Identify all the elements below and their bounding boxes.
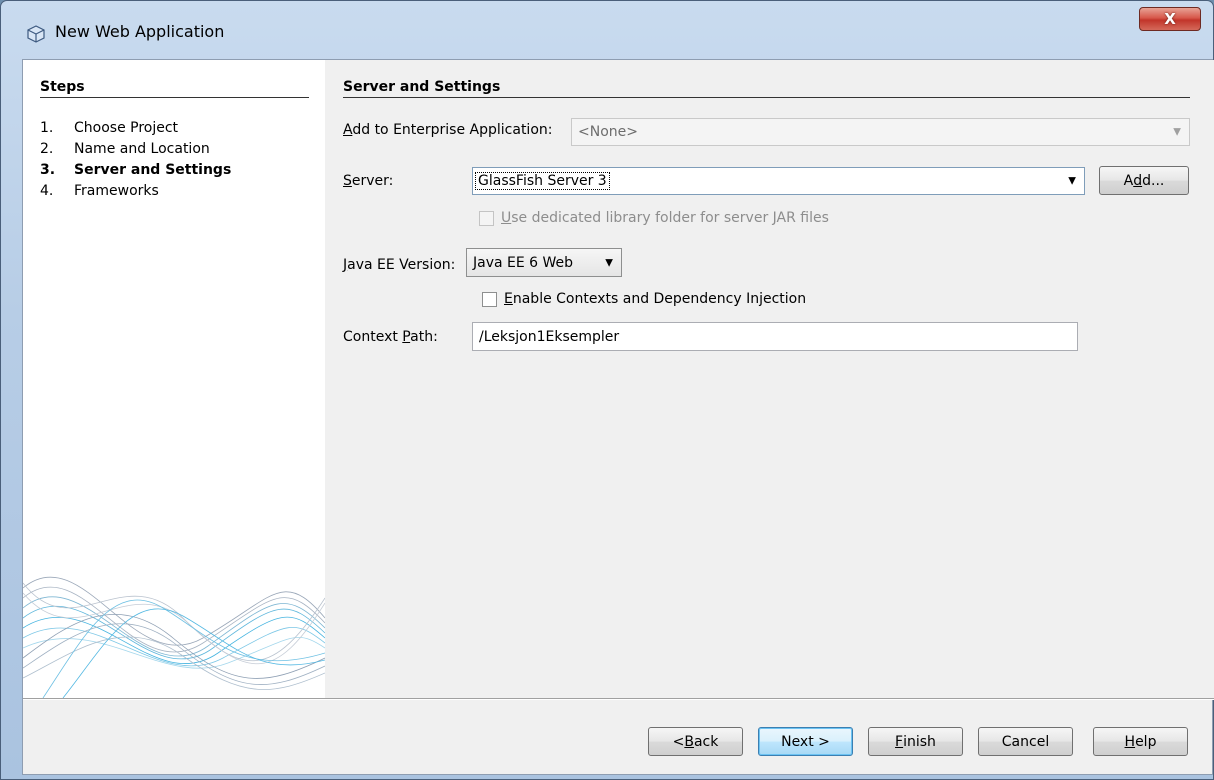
chevron-down-icon: ▼	[605, 257, 613, 268]
javaee-version-label: Java EE Version:	[343, 257, 456, 273]
cancel-button[interactable]: Cancel	[978, 727, 1073, 756]
section-divider	[343, 97, 1190, 98]
settings-panel: Server and Settings Add to Enterprise Ap…	[325, 60, 1214, 698]
steps-title: Steps	[40, 79, 85, 95]
dialog-client-area: Steps 1. Choose Project 2. Name and Locati…	[22, 59, 1214, 775]
context-path-label: Context Path:	[343, 329, 438, 345]
enable-cdi-checkbox[interactable]	[482, 292, 497, 307]
window-title: New Web Application	[55, 22, 225, 41]
wave-decoration-image	[23, 576, 325, 698]
close-button[interactable]: X	[1139, 7, 1201, 31]
step-item-choose-project: 1. Choose Project	[40, 120, 179, 136]
help-button[interactable]: Help	[1093, 727, 1188, 756]
dialog-window: New Web Application X Steps 1. Choose Pro…	[0, 0, 1214, 780]
javaee-version-combo[interactable]: Java EE 6 Web ▼	[466, 248, 622, 277]
context-path-input[interactable]: /Leksjon1Eksempler	[472, 322, 1078, 351]
title-bar[interactable]: New Web Application X	[1, 1, 1213, 51]
server-combo[interactable]: GlassFish Server 3 ▼	[472, 167, 1085, 195]
step-item-server-settings: 3. Server and Settings	[40, 162, 232, 178]
enterprise-app-label: Add to Enterprise Application:	[343, 122, 553, 138]
dedicated-library-checkbox[interactable]	[479, 211, 494, 226]
server-label: Server:	[343, 173, 394, 189]
finish-button[interactable]: Finish	[868, 727, 963, 756]
chevron-down-icon: ▼	[1173, 126, 1181, 138]
enterprise-app-combo[interactable]: <None> ▼	[571, 118, 1190, 146]
footer-divider-highlight	[23, 699, 1214, 700]
steps-panel: Steps 1. Choose Project 2. Name and Locati…	[23, 60, 325, 698]
close-icon: X	[1164, 10, 1176, 28]
step-item-name-location: 2. Name and Location	[40, 141, 210, 157]
chevron-down-icon: ▼	[1068, 175, 1076, 187]
section-title: Server and Settings	[343, 79, 501, 95]
dedicated-library-label: Use dedicated library folder for server …	[501, 210, 829, 226]
steps-divider	[40, 97, 309, 98]
next-button[interactable]: Next >	[758, 727, 853, 756]
enable-cdi-label: Enable Contexts and Dependency Injection	[504, 291, 807, 307]
add-server-button[interactable]: Ad d...	[1099, 166, 1189, 195]
steps-list: 1. Choose Project 2. Name and Location 3. S…	[40, 118, 231, 202]
back-button[interactable]: < Back	[648, 727, 743, 756]
step-item-frameworks: 4. Frameworks	[40, 183, 159, 199]
netbeans-cube-icon	[27, 25, 45, 43]
